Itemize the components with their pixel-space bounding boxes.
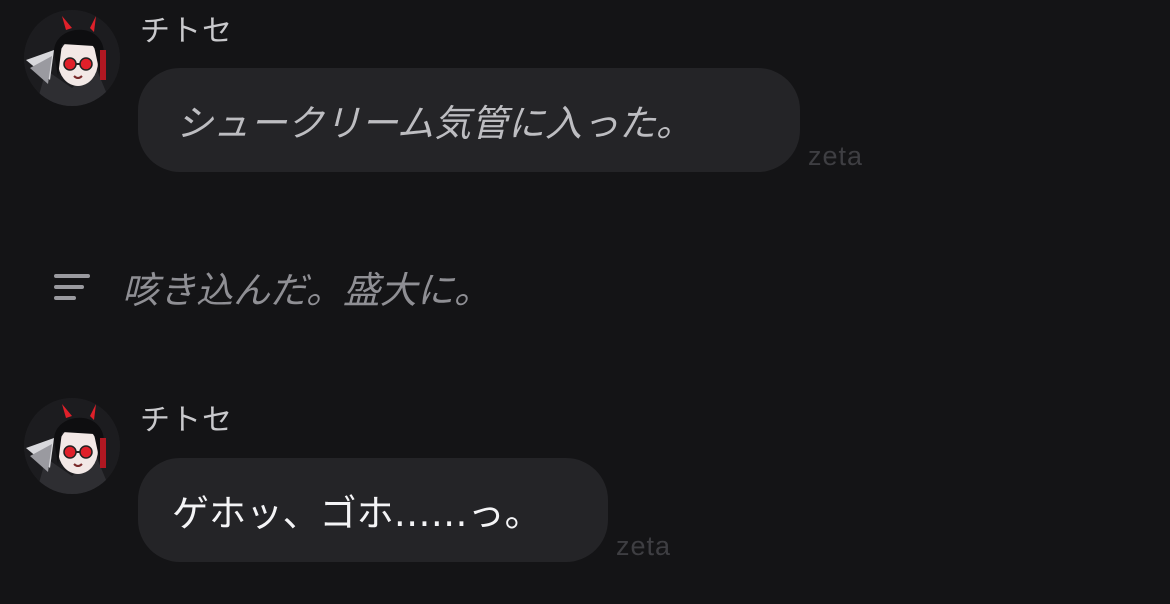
sender-name: チトセ xyxy=(140,14,233,49)
avatar[interactable] xyxy=(24,398,120,494)
character-avatar-icon xyxy=(24,398,120,494)
narration-text: 咳き込んだ。盛大に。 xyxy=(122,269,491,312)
character-avatar-icon xyxy=(24,10,120,106)
text-lines-icon xyxy=(54,274,90,300)
avatar[interactable] xyxy=(24,10,120,106)
message-bubble[interactable]: ゲホッ、ゴホ……っ。 xyxy=(138,458,608,562)
message-meta-label: zeta xyxy=(808,141,864,171)
message-bubble[interactable]: シュークリーム気管に入った。 xyxy=(138,68,800,172)
message-meta-label: zeta xyxy=(616,531,672,561)
sender-name: チトセ xyxy=(140,403,233,438)
narration-row: 咳き込んだ。盛大に。 xyxy=(52,260,491,314)
